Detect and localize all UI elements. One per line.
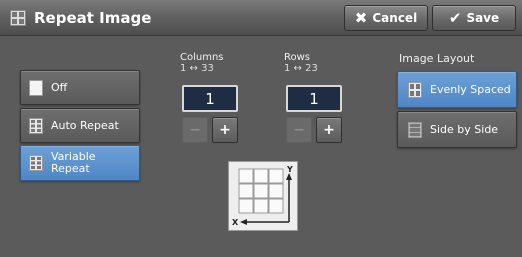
cancel-button[interactable]: ✖ Cancel: [344, 5, 428, 31]
save-label: Save: [466, 11, 500, 25]
minus-icon: −: [189, 122, 201, 138]
evenly-spaced-icon: [408, 81, 422, 98]
rows-range: 1 ↔ 23: [284, 63, 318, 74]
title-area: Repeat Image: [10, 6, 151, 30]
grid-diagram-graphic: Y X: [232, 165, 293, 227]
repeat-grid-diagram: Y X: [228, 161, 298, 231]
minus-icon: −: [293, 122, 305, 138]
columns-label: Columns: [180, 52, 224, 63]
auto-repeat-icon: [29, 117, 43, 134]
option-auto-repeat-button[interactable]: Auto Repeat: [20, 108, 140, 143]
page-title: Repeat Image: [34, 9, 152, 27]
layout-side-by-side-button[interactable]: Side by Side: [397, 111, 517, 148]
image-layout-label: Image Layout: [399, 52, 475, 65]
rows-label: Rows: [284, 52, 311, 63]
option-variable-repeat-label: Variable Repeat: [51, 150, 96, 175]
columns-value: 1: [205, 89, 215, 108]
plus-icon: +: [219, 122, 231, 138]
rows-label-group: Rows 1 ↔ 23: [284, 52, 318, 74]
diagram-y-label: Y: [286, 165, 293, 174]
cancel-label: Cancel: [372, 11, 418, 25]
repeat-image-icon: [10, 10, 26, 26]
columns-value-field[interactable]: 1: [182, 85, 238, 112]
layout-evenly-spaced-button[interactable]: Evenly Spaced: [397, 71, 517, 108]
save-button[interactable]: ✔ Save: [432, 5, 516, 31]
columns-label-group: Columns 1 ↔ 33: [180, 52, 224, 74]
variable-repeat-icon: [29, 155, 43, 171]
columns-decrement-button[interactable]: −: [182, 117, 208, 143]
checkmark-icon: ✔: [448, 9, 462, 27]
rows-increment-button[interactable]: +: [316, 117, 342, 143]
option-off-button[interactable]: Off: [20, 70, 140, 105]
rows-value-field[interactable]: 1: [286, 85, 342, 112]
side-by-side-icon: [408, 121, 422, 138]
close-icon: ✖: [354, 9, 368, 27]
option-off-label: Off: [51, 81, 68, 94]
header-bar: Repeat Image ✖ Cancel ✔ Save: [0, 0, 522, 36]
rows-value: 1: [309, 89, 319, 108]
plus-icon: +: [323, 122, 335, 138]
columns-increment-button[interactable]: +: [212, 117, 238, 143]
blank-page-icon: [29, 79, 43, 96]
columns-range: 1 ↔ 33: [180, 63, 214, 74]
diagram-x-label: X: [232, 218, 239, 227]
layout-evenly-spaced-label: Evenly Spaced: [430, 83, 511, 96]
layout-side-by-side-label: Side by Side: [430, 123, 499, 136]
option-auto-repeat-label: Auto Repeat: [51, 119, 119, 132]
rows-decrement-button[interactable]: −: [286, 117, 312, 143]
option-variable-repeat-button[interactable]: Variable Repeat: [20, 145, 140, 181]
